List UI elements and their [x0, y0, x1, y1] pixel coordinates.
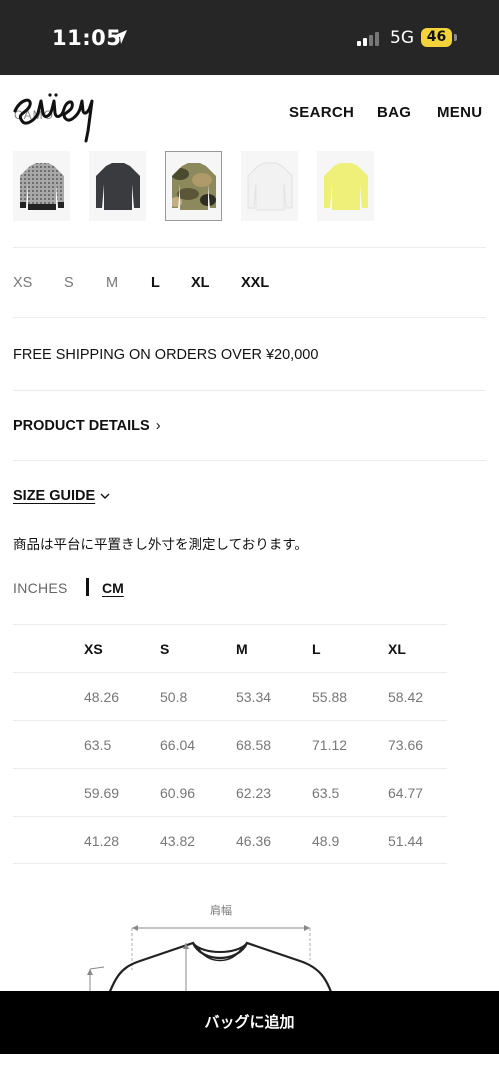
sweater-white-thumb: [247, 162, 292, 211]
product-details-label: PRODUCT DETAILS: [13, 418, 150, 434]
network-type: 5G: [390, 28, 414, 48]
size-option-m[interactable]: M: [106, 275, 118, 291]
size-table: XS S M L XL 48.26 50.8 53.34 55.88 58.42…: [13, 624, 447, 864]
table-cell: 66.04: [160, 737, 196, 753]
table-cell: 50.8: [160, 689, 188, 705]
size-guide-note: 商品は平台に平置きし外寸を測定しております。: [13, 537, 308, 553]
battery-cap: [454, 34, 457, 41]
table-cell: 63.5: [312, 785, 340, 801]
table-cell: 48.26: [84, 689, 120, 705]
status-time: 11:05: [52, 26, 122, 50]
swatch-pattern-gray[interactable]: [13, 151, 70, 221]
unit-toggle-inches[interactable]: INCHES: [13, 580, 68, 596]
table-header-cell: M: [236, 641, 248, 657]
site-header: CAMO SEARCH BAG MENU: [0, 75, 499, 147]
table-cell: 64.77: [388, 785, 424, 801]
table-row: 41.28 43.82 46.36 48.9 51.44: [13, 816, 447, 864]
table-cell: 68.58: [236, 737, 272, 753]
nav-search[interactable]: SEARCH: [289, 104, 354, 121]
size-guide-toggle[interactable]: SIZE GUIDE: [13, 488, 110, 504]
cellular-signal-icon: [357, 30, 383, 46]
divider: [13, 317, 486, 318]
table-header-cell: L: [312, 641, 321, 657]
table-row: 59.69 60.96 62.23 63.5 64.77: [13, 768, 447, 816]
swatch-charcoal[interactable]: [89, 151, 146, 221]
chevron-down-icon: [100, 493, 110, 499]
nav-bag[interactable]: BAG: [377, 104, 411, 121]
stussy-logo[interactable]: [10, 83, 96, 143]
unit-toggle-cm[interactable]: CM: [102, 580, 124, 596]
size-option-xl[interactable]: XL: [191, 275, 210, 291]
table-cell: 71.12: [312, 737, 348, 753]
table-cell: 43.82: [160, 833, 196, 849]
table-cell: 41.28: [84, 833, 120, 849]
table-header-row: XS S M L XL: [13, 624, 447, 672]
table-cell: 46.36: [236, 833, 272, 849]
table-cell: 48.9: [312, 833, 340, 849]
divider: [13, 460, 486, 461]
battery-icon: 46: [421, 28, 452, 47]
home-indicator-area: [0, 1054, 499, 1080]
table-header-cell: XL: [388, 641, 406, 657]
product-details-toggle[interactable]: PRODUCT DETAILS ›: [13, 418, 161, 434]
table-cell: 73.66: [388, 737, 424, 753]
chevron-right-icon: ›: [155, 418, 161, 434]
size-option-s[interactable]: S: [64, 275, 74, 291]
table-cell: 53.34: [236, 689, 272, 705]
size-option-xxl[interactable]: XXL: [241, 275, 269, 291]
table-header-cell: S: [160, 641, 170, 657]
status-bar: 11:05 5G 46: [0, 0, 499, 75]
nav-menu[interactable]: MENU: [437, 104, 482, 121]
sweater-lime-thumb: [323, 163, 368, 210]
location-arrow-icon: [113, 30, 127, 44]
table-cell: 60.96: [160, 785, 196, 801]
table-cell: 55.88: [312, 689, 348, 705]
swatch-lime[interactable]: [317, 151, 374, 221]
add-to-bag-button[interactable]: バッグに追加: [0, 991, 499, 1054]
table-cell: 63.5: [84, 737, 112, 753]
size-option-xs[interactable]: XS: [13, 275, 32, 291]
shipping-notice: FREE SHIPPING ON ORDERS OVER ¥20,000: [13, 347, 319, 363]
size-guide-title: SIZE GUIDE: [13, 488, 96, 504]
swatch-camo[interactable]: [165, 151, 222, 221]
sweater-pattern-thumb: [19, 163, 64, 210]
measurement-diagram: [87, 925, 337, 1005]
sweater-charcoal-thumb: [95, 163, 140, 210]
sweater-camo-thumb: [171, 163, 216, 210]
divider: [13, 247, 486, 248]
unit-separator: [86, 578, 89, 596]
table-cell: 62.23: [236, 785, 272, 801]
swatch-white[interactable]: [241, 151, 298, 221]
table-row: 48.26 50.8 53.34 55.88 58.42: [13, 672, 447, 720]
table-row: 63.5 66.04 68.58 71.12 73.66: [13, 720, 447, 768]
table-cell: 59.69: [84, 785, 120, 801]
size-option-l[interactable]: L: [151, 275, 160, 291]
table-cell: 58.42: [388, 689, 424, 705]
table-cell: 51.44: [388, 833, 424, 849]
table-header-cell: XS: [84, 641, 103, 657]
divider: [13, 390, 486, 391]
